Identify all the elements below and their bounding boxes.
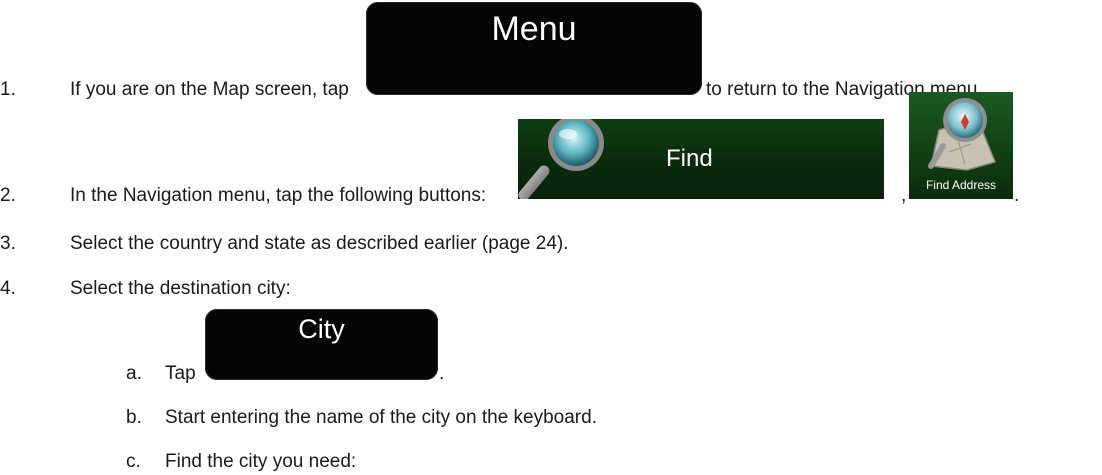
step-text: If you are on the Map screen, tap: [70, 79, 349, 100]
find-address-label: Find Address: [925, 178, 997, 192]
step-number: 3.: [0, 233, 16, 254]
step-text: Select the country and state as describe…: [70, 233, 569, 254]
step-number: 2.: [0, 185, 16, 206]
step-2-separator: ,: [901, 185, 907, 206]
substep-text: Tap: [165, 363, 196, 384]
step-number: 1.: [0, 79, 16, 100]
menu-button[interactable]: Menu: [366, 2, 702, 95]
map-pin-icon: [928, 98, 997, 171]
city-button[interactable]: City: [205, 309, 438, 380]
substep-letter: a.: [126, 363, 142, 384]
city-button-label: City: [298, 314, 345, 344]
substep-letter: c.: [126, 451, 141, 472]
menu-button-label: Menu: [491, 10, 577, 48]
step-text: In the Navigation menu, tap the followin…: [70, 185, 487, 206]
step-number: 4.: [0, 278, 16, 299]
find-button-label: Find: [666, 145, 713, 172]
magnifier-icon: [518, 119, 604, 199]
step-text: Select the destination city:: [70, 278, 291, 299]
substep-text: Find the city you need:: [165, 451, 357, 472]
step-2-end: .: [1014, 185, 1020, 206]
substep-a-end: .: [439, 363, 445, 384]
find-button[interactable]: Find: [518, 119, 884, 199]
find-address-button[interactable]: Find Address: [909, 92, 1013, 199]
substep-text: Start entering the name of the city on t…: [165, 407, 597, 428]
substep-letter: b.: [126, 407, 142, 428]
